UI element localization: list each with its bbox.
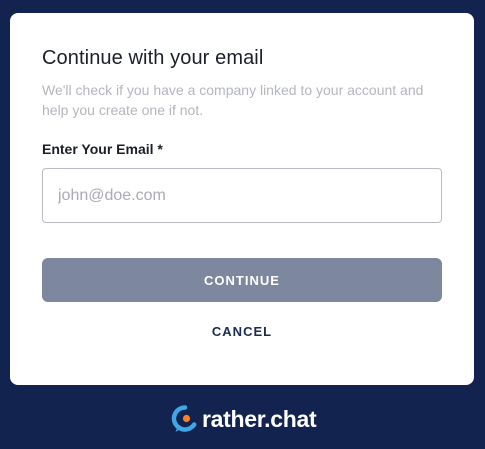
- continue-button[interactable]: CONTINUE: [42, 258, 442, 302]
- brand-name: rather.chat: [202, 405, 317, 432]
- brand-footer: rather.chat: [171, 403, 317, 435]
- email-field[interactable]: [43, 169, 441, 222]
- rather-chat-logo-icon: [171, 405, 197, 432]
- email-dialog-card: Continue with your email We'll check if …: [10, 13, 474, 385]
- email-field-container: [42, 168, 442, 223]
- dialog-subtitle: We'll check if you have a company linked…: [42, 82, 424, 118]
- cancel-button[interactable]: CANCEL: [42, 319, 442, 343]
- email-field-label: Enter Your Email *: [42, 141, 163, 157]
- dialog-title: Continue with your email: [42, 47, 264, 69]
